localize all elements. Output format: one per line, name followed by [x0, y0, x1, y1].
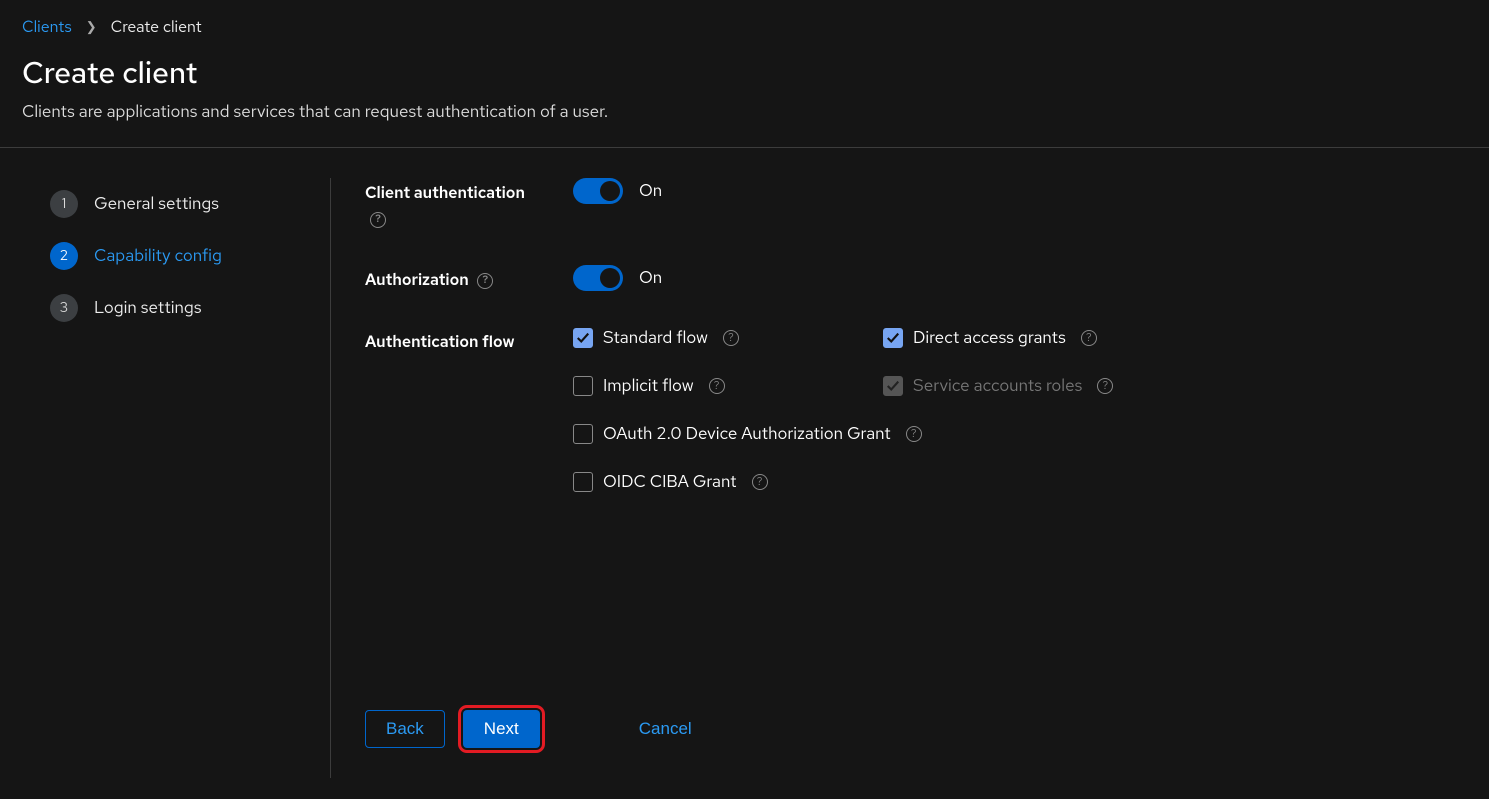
- breadcrumb-link-clients[interactable]: Clients: [22, 16, 72, 37]
- page-header: Create client Clients are applications a…: [0, 45, 1489, 147]
- checkbox-checked-icon[interactable]: [573, 328, 593, 348]
- form-area: Client authentication ? On Authorization…: [331, 178, 1489, 778]
- help-icon[interactable]: ?: [709, 378, 725, 394]
- wizard-step-login-settings[interactable]: 3 Login settings: [50, 282, 312, 334]
- step-label: Capability config: [94, 245, 222, 267]
- step-number-icon: 3: [50, 294, 78, 322]
- help-icon[interactable]: ?: [1081, 330, 1097, 346]
- cancel-button[interactable]: Cancel: [618, 710, 713, 748]
- client-authentication-state: On: [639, 180, 662, 202]
- step-number-icon: 2: [50, 242, 78, 270]
- help-icon[interactable]: ?: [477, 273, 493, 289]
- checkbox-disabled-checked-icon: [883, 376, 903, 396]
- standard-flow-label: Standard flow: [603, 327, 708, 349]
- implicit-flow-label: Implicit flow: [603, 375, 694, 397]
- wizard-step-capability-config[interactable]: 2 Capability config: [50, 230, 312, 282]
- page-subtitle: Clients are applications and services th…: [22, 101, 1467, 123]
- step-number-icon: 1: [50, 190, 78, 218]
- toggle-knob-icon: [600, 181, 620, 201]
- wizard-nav: 1 General settings 2 Capability config 3…: [0, 178, 331, 778]
- step-label: General settings: [94, 193, 219, 215]
- authentication-flow-label: Authentication flow: [365, 331, 514, 352]
- wizard-step-general-settings[interactable]: 1 General settings: [50, 178, 312, 230]
- direct-access-grants-option[interactable]: Direct access grants ?: [883, 327, 1113, 349]
- service-accounts-roles-option: Service accounts roles ?: [883, 375, 1113, 397]
- toggle-knob-icon: [600, 268, 620, 288]
- step-label: Login settings: [94, 297, 202, 319]
- client-authentication-label: Client authentication: [365, 182, 525, 203]
- chevron-right-icon: ❯: [86, 18, 97, 35]
- breadcrumb-current: Create client: [111, 16, 202, 37]
- breadcrumb: Clients ❯ Create client: [0, 0, 1489, 45]
- checkbox-icon[interactable]: [573, 376, 593, 396]
- page-title: Create client: [22, 53, 1467, 93]
- help-icon[interactable]: ?: [752, 474, 768, 490]
- direct-access-grants-label: Direct access grants: [913, 327, 1066, 349]
- oauth-device-grant-option[interactable]: OAuth 2.0 Device Authorization Grant ?: [573, 423, 1113, 445]
- authorization-toggle[interactable]: [573, 265, 623, 291]
- implicit-flow-option[interactable]: Implicit flow ?: [573, 375, 873, 397]
- back-button[interactable]: Back: [365, 710, 445, 748]
- help-icon[interactable]: ?: [1097, 378, 1113, 394]
- help-icon[interactable]: ?: [370, 212, 386, 228]
- help-icon[interactable]: ?: [906, 426, 922, 442]
- wizard-footer: Back Next Cancel: [365, 686, 1449, 778]
- authorization-state: On: [639, 267, 662, 289]
- help-icon[interactable]: ?: [723, 330, 739, 346]
- standard-flow-option[interactable]: Standard flow ?: [573, 327, 873, 349]
- checkbox-checked-icon[interactable]: [883, 328, 903, 348]
- service-accounts-roles-label: Service accounts roles: [913, 375, 1082, 397]
- checkbox-icon[interactable]: [573, 472, 593, 492]
- oauth-device-grant-label: OAuth 2.0 Device Authorization Grant: [603, 423, 891, 445]
- authorization-label: Authorization: [365, 269, 469, 290]
- oidc-ciba-grant-option[interactable]: OIDC CIBA Grant ?: [573, 471, 1113, 493]
- oidc-ciba-grant-label: OIDC CIBA Grant: [603, 471, 737, 493]
- next-button[interactable]: Next: [463, 710, 540, 748]
- client-authentication-toggle[interactable]: [573, 178, 623, 204]
- checkbox-icon[interactable]: [573, 424, 593, 444]
